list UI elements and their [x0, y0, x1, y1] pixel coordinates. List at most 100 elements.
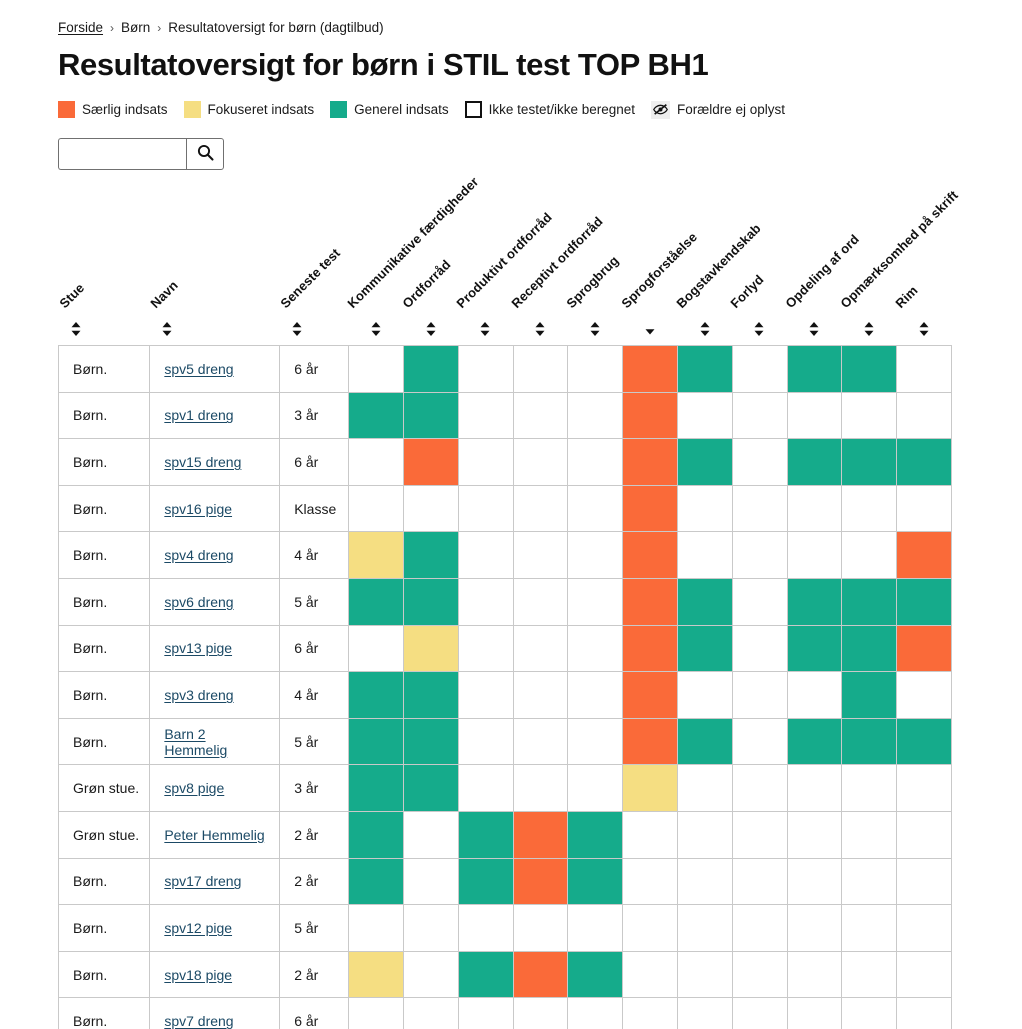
- cell-ordforrad: [403, 624, 459, 673]
- cell-forlyd: [731, 391, 788, 440]
- child-link[interactable]: spv3 dreng: [164, 687, 233, 703]
- cell-seneste-test: 3 år: [279, 764, 350, 812]
- sort-both-icon[interactable]: [752, 321, 766, 337]
- sort-both-icon[interactable]: [69, 321, 83, 337]
- cell-opmaerksomhed: [841, 671, 898, 719]
- cell-sprogforst: [622, 764, 678, 812]
- column-header-receptivt[interactable]: Receptivt ordforråd: [509, 194, 606, 346]
- column-header-test[interactable]: Seneste test: [277, 194, 349, 346]
- child-link[interactable]: spv15 dreng: [164, 454, 241, 470]
- cell-stue-text: Børn.: [73, 919, 108, 936]
- cell-produktivt: [457, 997, 514, 1029]
- cell-seneste-test-text: 3 år: [294, 407, 319, 424]
- cell-bogstav: [677, 717, 733, 766]
- child-link[interactable]: spv7 dreng: [164, 1013, 233, 1029]
- child-link[interactable]: spv6 dreng: [164, 594, 233, 610]
- cell-seneste-test: Klasse: [279, 484, 350, 533]
- cell-bogstav: [677, 810, 733, 859]
- child-link[interactable]: spv13 pige: [164, 640, 232, 656]
- cell-seneste-test: 6 år: [279, 438, 350, 486]
- sort-both-icon[interactable]: [290, 321, 304, 337]
- search-input[interactable]: [58, 137, 186, 170]
- child-link[interactable]: spv12 pige: [164, 920, 232, 936]
- cell-sprogforst: [622, 950, 678, 999]
- column-header-produktivt[interactable]: Produktivt ordforråd: [454, 194, 555, 346]
- child-link[interactable]: spv5 dreng: [164, 361, 233, 377]
- column-header-bogstav[interactable]: Bogstavkendskab: [673, 194, 763, 346]
- breadcrumb-item-current: Resultatoversigt for børn (dagtilbud): [168, 20, 384, 35]
- column-header-sprogbrug[interactable]: Sprogbrug: [563, 194, 623, 346]
- cell-bogstav: [677, 438, 733, 486]
- cell-kommunikative: [348, 624, 405, 673]
- cell-opdeling: [786, 904, 843, 952]
- column-header-kommunikative[interactable]: Kommunikative færdigheder: [344, 174, 481, 346]
- cell-ordforrad: [403, 484, 459, 533]
- cell-stue-text: Børn.: [73, 686, 108, 703]
- cell-navn: spv8 pige: [149, 764, 281, 812]
- sort-both-icon[interactable]: [807, 321, 821, 337]
- cell-receptivt: [512, 764, 569, 812]
- sort-both-icon[interactable]: [588, 321, 602, 337]
- child-link[interactable]: Barn 2 Hemmelig: [164, 726, 227, 758]
- page-root: Forside › Børn › Resultatoversigt for bø…: [0, 0, 1022, 1029]
- chevron-right-icon: ›: [110, 20, 115, 35]
- breadcrumb-item-forside[interactable]: Forside: [58, 21, 103, 35]
- child-link[interactable]: spv4 dreng: [164, 547, 233, 563]
- cell-kommunikative: [348, 950, 405, 999]
- cell-sprogbrug: [567, 764, 624, 812]
- cell-ordforrad: [403, 950, 459, 999]
- column-header-ordforrad[interactable]: Ordforråd: [399, 194, 459, 346]
- cell-stue-text: Børn.: [73, 500, 108, 517]
- cell-opdeling: [786, 997, 843, 1029]
- sort-both-icon[interactable]: [424, 321, 438, 337]
- column-header-label-test: Seneste test: [277, 245, 343, 311]
- cell-navn-wrap: spv1 dreng: [150, 407, 279, 423]
- column-header-label-rim: Rim: [892, 282, 921, 311]
- search-icon: [197, 144, 214, 164]
- cell-seneste-test: 2 år: [279, 810, 350, 859]
- cell-produktivt: [457, 577, 514, 626]
- child-link[interactable]: spv8 pige: [164, 780, 224, 796]
- column-header-sprogforst[interactable]: Sprogforståelse: [618, 194, 700, 346]
- child-link[interactable]: Peter Hemmelig: [164, 827, 264, 843]
- sort-both-icon[interactable]: [698, 321, 712, 337]
- cell-receptivt: [512, 577, 569, 626]
- sort-both-icon[interactable]: [917, 321, 931, 337]
- legend-label-saerlig: Særlig indsats: [82, 102, 168, 117]
- cell-ordforrad: [403, 717, 459, 766]
- cell-forlyd: [731, 345, 788, 393]
- cell-sprogbrug: [567, 531, 624, 579]
- column-header-opmaerksomhed[interactable]: Opmærksomhed på skrift: [837, 187, 961, 346]
- search-button[interactable]: [186, 137, 224, 170]
- cell-opmaerksomhed: [841, 391, 898, 440]
- column-header-rim[interactable]: Rim: [892, 194, 952, 346]
- cell-bogstav: [677, 671, 733, 719]
- sort-both-icon[interactable]: [369, 321, 383, 337]
- cell-kommunikative: [348, 484, 405, 533]
- cell-produktivt: [457, 717, 514, 766]
- column-header-label-sprogbrug: Sprogbrug: [563, 252, 622, 311]
- cell-forlyd: [731, 577, 788, 626]
- sort-both-icon[interactable]: [533, 321, 547, 337]
- breadcrumb-item-born[interactable]: Børn: [121, 21, 150, 35]
- cell-seneste-test: 5 år: [279, 577, 350, 626]
- cell-receptivt: [512, 391, 569, 440]
- child-link[interactable]: spv16 pige: [164, 501, 232, 517]
- sort-both-icon[interactable]: [160, 321, 174, 337]
- cell-rim: [896, 997, 952, 1029]
- column-header-stue[interactable]: Stue: [56, 194, 150, 346]
- sort-desc-icon[interactable]: [643, 321, 657, 337]
- cell-stue-text: Børn.: [73, 593, 108, 610]
- cell-stue: Børn.: [57, 671, 151, 719]
- column-header-navn[interactable]: Navn: [147, 194, 280, 346]
- sort-both-icon[interactable]: [862, 321, 876, 337]
- child-link[interactable]: spv17 dreng: [164, 873, 241, 889]
- sort-both-icon[interactable]: [478, 321, 492, 337]
- child-link[interactable]: spv18 pige: [164, 967, 232, 983]
- cell-kommunikative: [348, 810, 405, 859]
- column-header-opdeling[interactable]: Opdeling af ord: [782, 194, 862, 346]
- column-header-forlyd[interactable]: Forlyd: [728, 194, 787, 346]
- child-link[interactable]: spv1 dreng: [164, 407, 233, 423]
- cell-kommunikative: [348, 438, 405, 486]
- cell-sprogbrug: [567, 624, 624, 673]
